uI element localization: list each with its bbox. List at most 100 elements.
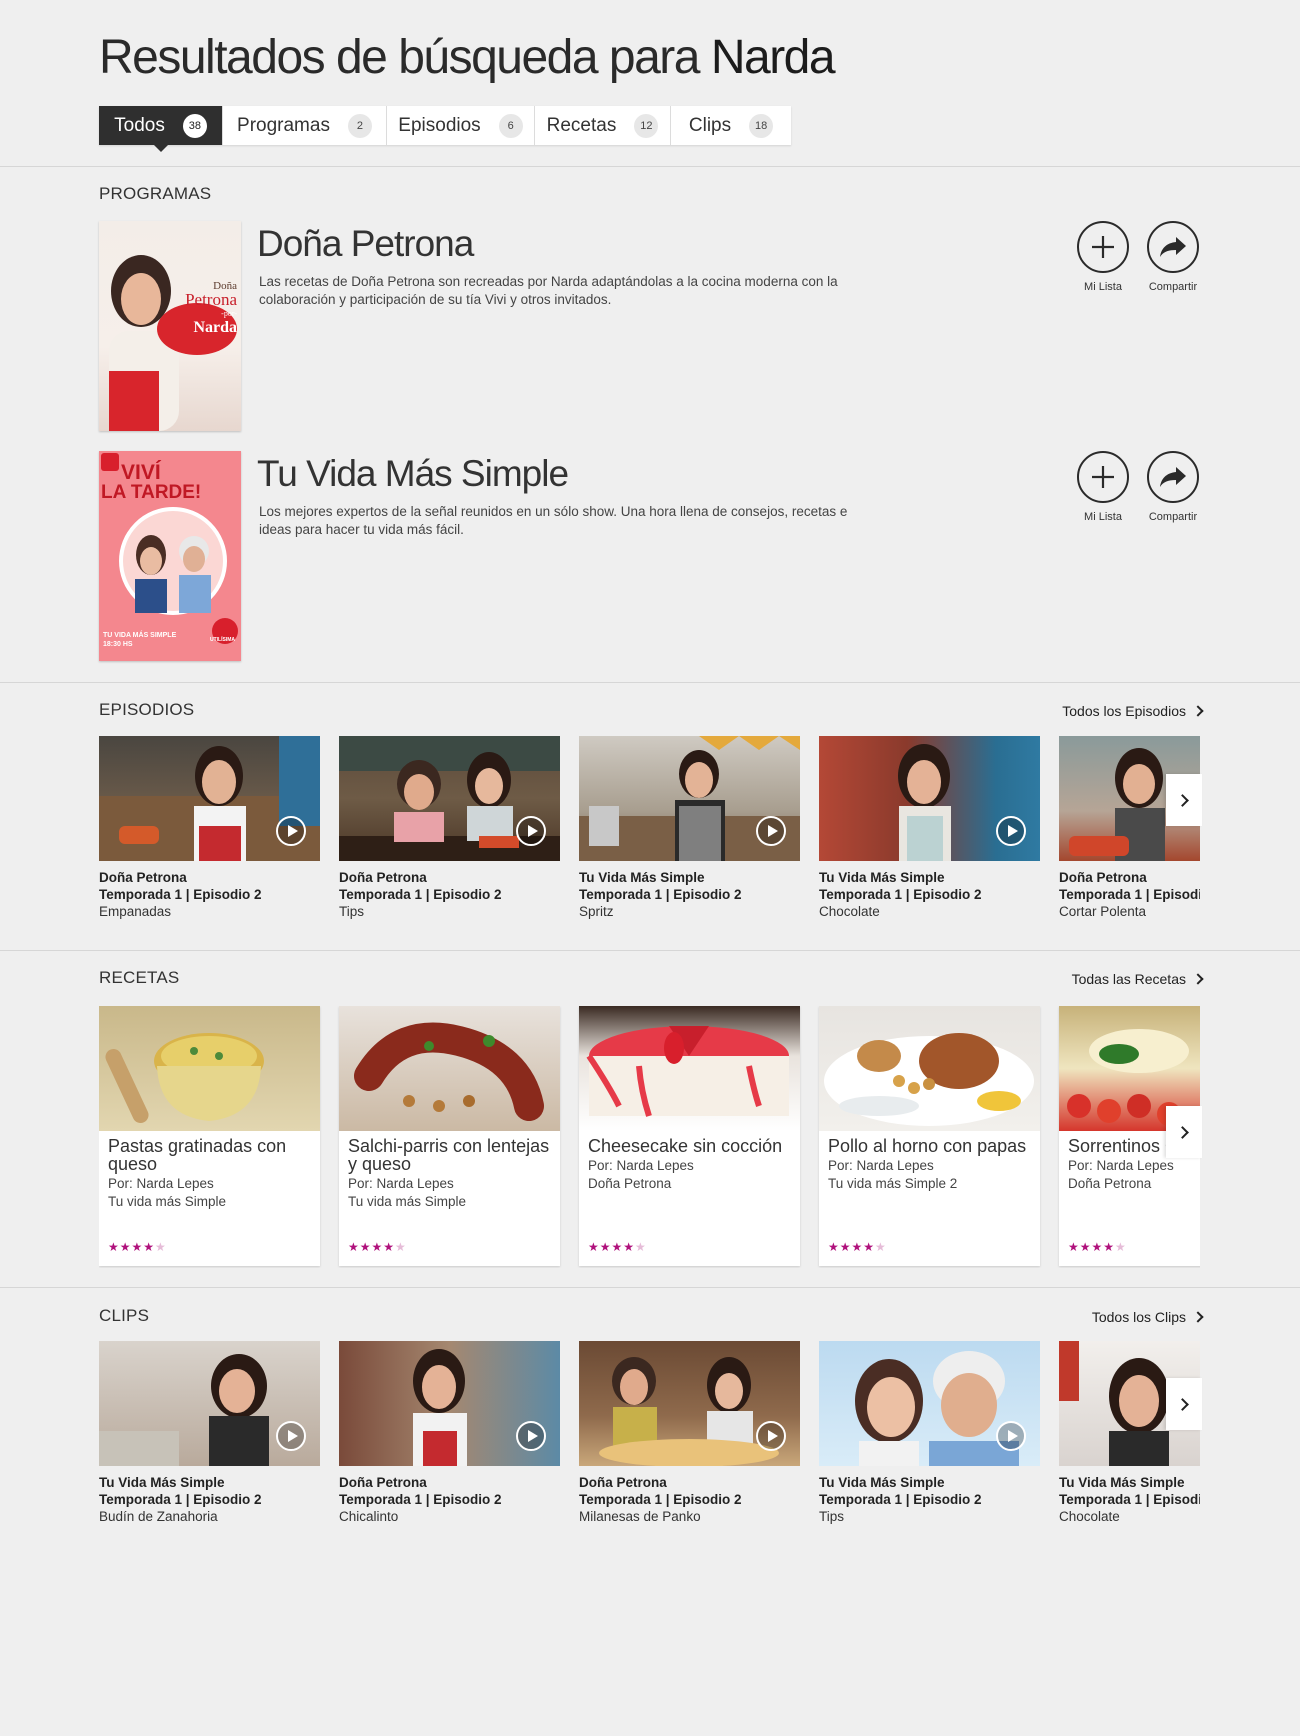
tab-label: Episodios [398,114,481,136]
poster-logo-line: LA TARDE! [101,482,202,503]
clips-next-button[interactable] [1166,1378,1202,1430]
episode-card[interactable]: Doña Petrona Temporada 1 | Episodi Corta… [1059,736,1200,920]
poster-logo: Doña Petrona -por- Narda [185,279,237,336]
clip-card[interactable]: Doña Petrona Temporada 1 | Episodio 2 Mi… [579,1341,800,1525]
clip-thumbnail [819,1341,1040,1466]
episode-card[interactable]: Doña Petrona Temporada 1 | Episodio 2 Em… [99,736,320,920]
divider [0,1287,1300,1288]
clip-thumbnail [99,1341,320,1466]
recipes-carousel: Pastas gratinadas con queso Por: Narda L… [99,1006,1200,1268]
episode-thumbnail [579,736,800,861]
clip-show: Tu Vida Más Simple [99,1475,225,1490]
recipe-author: Por: Narda Lepes [1068,1158,1174,1173]
share-button[interactable]: Compartir [1138,221,1208,293]
episode-thumbnail [819,736,1040,861]
chevron-right-icon [1192,1311,1204,1323]
clip-card[interactable]: Tu Vida Más Simple Temporada 1 | Episodi… [1059,1341,1200,1525]
star-empty-icon: ★ [875,1240,887,1254]
recipe-title: Salchi-parris con lentejas y queso [348,1136,550,1174]
poster-logo-line: Narda [193,319,237,336]
episode-show: Doña Petrona [1059,870,1147,885]
clip-card[interactable]: Doña Petrona Temporada 1 | Episodio 2 Ch… [339,1341,560,1525]
clip-card[interactable]: Tu Vida Más Simple Temporada 1 | Episodi… [819,1341,1040,1525]
clip-card[interactable]: Tu Vida Más Simple Temporada 1 | Episodi… [99,1341,320,1525]
episode-title: Cortar Polenta [1059,904,1147,919]
all-clips-label: Todos los Clips [1091,1309,1186,1325]
program-name[interactable]: Tu Vida Más Simple [257,453,569,495]
add-to-list-button[interactable]: Mi Lista [1068,221,1138,293]
clips-section-title: CLIPS [99,1306,150,1325]
tab-count-badge: 2 [347,113,372,138]
tab-todos[interactable]: Todos 38 [99,106,223,152]
recipe-show: Doña Petrona [1068,1176,1152,1191]
episode-season: Temporada 1 | Episodio 2 [339,887,502,902]
recipe-card[interactable]: Pastas gratinadas con queso Por: Narda L… [99,1006,320,1266]
recipe-author: Por: Narda Lepes [348,1176,454,1191]
play-icon[interactable] [756,816,786,846]
recipe-card[interactable]: Cheesecake sin cocción Por: Narda Lepes … [579,1006,800,1266]
all-recipes-link[interactable]: Todas las Recetas [1072,971,1204,987]
tab-clips[interactable]: Clips 18 [671,106,791,145]
episode-card[interactable]: Tu Vida Más Simple Temporada 1 | Episodi… [579,736,800,920]
play-icon[interactable] [996,816,1026,846]
recipe-author: Por: Narda Lepes [828,1158,934,1173]
episode-card[interactable]: Doña Petrona Temporada 1 | Episodio 2 Ti… [339,736,560,920]
play-icon[interactable] [276,816,306,846]
page-title: Resultados de búsqueda para Narda [99,30,836,85]
tab-episodios[interactable]: Episodios 6 [387,106,535,145]
play-icon[interactable] [516,1421,546,1451]
clip-title: Milanesas de Panko [579,1509,701,1524]
tab-recetas[interactable]: Recetas 12 [535,106,671,145]
clip-title: Tips [819,1509,845,1524]
divider [0,166,1300,167]
recipes-next-button[interactable] [1166,1106,1202,1158]
add-to-list-button[interactable]: Mi Lista [1068,451,1138,523]
play-icon[interactable] [276,1421,306,1451]
star-filled-icon: ★★★★ [588,1240,636,1254]
episode-show: Tu Vida Más Simple [819,870,945,885]
star-filled-icon: ★★★★ [828,1240,876,1254]
recipe-thumbnail [579,1006,800,1131]
chevron-right-icon [1192,973,1204,985]
episodes-section-title: EPISODIOS [99,700,195,719]
episode-card[interactable]: Tu Vida Más Simple Temporada 1 | Episodi… [819,736,1040,920]
clip-title: Budín de Zanahoria [99,1509,218,1524]
star-empty-icon: ★ [395,1240,407,1254]
all-clips-link[interactable]: Todos los Clips [1091,1309,1204,1325]
program-poster[interactable]: Doña Petrona -por- Narda [99,221,241,431]
all-episodes-label: Todos los Episodios [1062,703,1186,719]
program-name[interactable]: Doña Petrona [257,223,474,265]
episode-title: Spritz [579,904,614,919]
tab-count-badge: 38 [182,113,207,138]
play-icon[interactable] [996,1421,1026,1451]
tab-programas[interactable]: Programas 2 [223,106,387,145]
rating-stars: ★★★★★ [1068,1240,1127,1254]
episode-title: Tips [339,904,365,919]
tab-count-badge: 12 [634,113,659,138]
program-poster[interactable]: VIVÍ LA TARDE! TU VIDA MÁS SIMPLE 18:30 … [99,451,241,661]
share-button[interactable]: Compartir [1138,451,1208,523]
clip-season: Temporada 1 | Episodio 2 [819,1492,982,1507]
chevron-right-icon [1176,793,1189,807]
programs-section-title: PROGRAMAS [99,184,212,203]
recipe-card[interactable]: Salchi-parris con lentejas y queso Por: … [339,1006,560,1266]
plus-icon [1077,221,1129,273]
play-icon[interactable] [516,816,546,846]
recipe-title: Cheesecake sin cocción [588,1136,783,1156]
star-filled-icon: ★★★★ [1068,1240,1116,1254]
star-empty-icon: ★ [635,1240,647,1254]
program-item: VIVÍ LA TARDE! TU VIDA MÁS SIMPLE 18:30 … [99,451,1199,663]
share-label: Compartir [1148,511,1198,523]
rating-stars: ★★★★★ [108,1240,167,1254]
tab-count-badge: 6 [498,113,523,138]
search-query: Narda [710,31,836,84]
recipe-author: Por: Narda Lepes [588,1158,694,1173]
play-icon[interactable] [756,1421,786,1451]
recipe-card[interactable]: Pollo al horno con papas Por: Narda Lepe… [819,1006,1040,1266]
clip-season: Temporada 1 | Episodio 2 [99,1492,262,1507]
all-episodes-link[interactable]: Todos los Episodios [1062,703,1204,719]
episodes-next-button[interactable] [1166,774,1202,826]
clip-season: Temporada 1 | Episodi [1059,1492,1200,1507]
poster-footer: TU VIDA MÁS SIMPLE 18:30 HS [103,631,176,649]
clip-season: Temporada 1 | Episodio 2 [579,1492,742,1507]
